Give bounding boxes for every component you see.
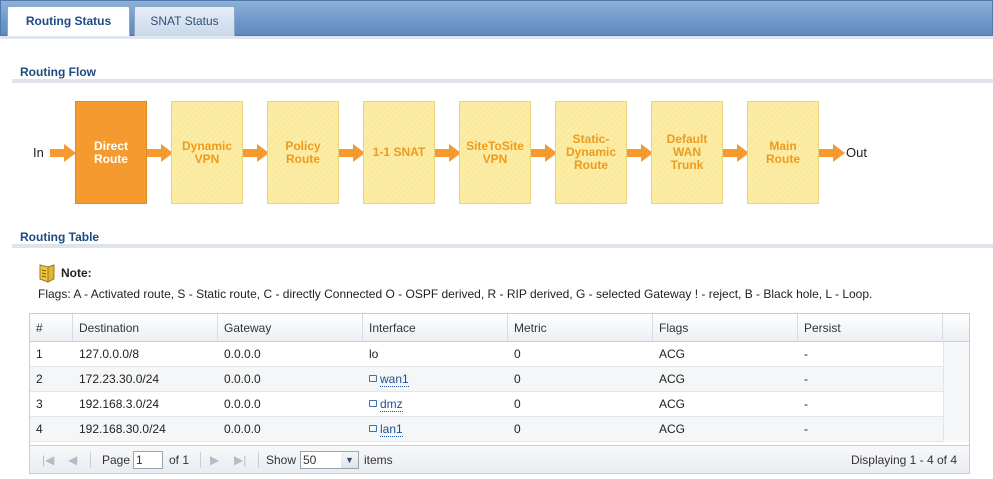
- table-pager: |◀ ◀ Page 1 of 1 ▶ ▶| Show 50 ▼ items Di…: [30, 445, 969, 473]
- page-number-input[interactable]: 1: [133, 451, 163, 469]
- tab-bar: Routing Status SNAT Status: [0, 0, 993, 37]
- cell-persist: -: [804, 397, 808, 411]
- page-label: Page: [102, 453, 131, 467]
- cell-persist: -: [804, 422, 808, 436]
- cell-interface: lo: [369, 347, 379, 361]
- flow-arrow-icon: [50, 144, 76, 162]
- items-label: items: [364, 453, 393, 467]
- cell-number: 3: [36, 397, 43, 411]
- cell-gateway: 0.0.0.0: [224, 422, 261, 436]
- flow-in-label: In: [33, 145, 44, 160]
- column-header-destination[interactable]: Destination: [73, 314, 218, 342]
- cell-interface: dmz: [363, 392, 403, 417]
- interface-icon: [369, 375, 377, 383]
- cell-number: 4: [36, 422, 43, 436]
- flow-step: Direct Route: [75, 101, 147, 204]
- flags-legend: Flags: A - Activated route, S - Static r…: [38, 287, 873, 301]
- tab-snat-status[interactable]: SNAT Status: [134, 6, 235, 37]
- column-header-gateway[interactable]: Gateway: [218, 314, 363, 342]
- column-header-persist[interactable]: Persist: [798, 314, 943, 342]
- flow-step: 1-1 SNAT: [363, 101, 435, 204]
- interface-link[interactable]: lan1: [380, 422, 403, 437]
- flow-step: SiteToSite VPN: [459, 101, 531, 204]
- cell-flags: ACG: [659, 422, 686, 436]
- last-page-icon[interactable]: ▶|: [234, 446, 246, 474]
- interface-link[interactable]: dmz: [380, 397, 403, 412]
- cell-interface: wan1: [363, 367, 409, 392]
- flow-step: Static- Dynamic Route: [555, 101, 627, 204]
- show-label: Show: [266, 453, 297, 467]
- cell-destination: 192.168.3.0/24: [79, 397, 160, 411]
- cell-destination: 172.23.30.0/24: [79, 372, 160, 386]
- flow-arrow-icon: [243, 144, 269, 162]
- cell-persist: -: [804, 347, 808, 361]
- flow-step: Policy Route: [267, 101, 339, 204]
- cell-flags: ACG: [659, 397, 686, 411]
- interface-icon: [369, 425, 377, 433]
- tab-routing-status[interactable]: Routing Status: [7, 6, 130, 37]
- column-header-interface[interactable]: Interface: [363, 314, 508, 342]
- flow-step: Dynamic VPN: [171, 101, 243, 204]
- chevron-down-icon[interactable]: ▼: [341, 451, 359, 469]
- cell-metric: 0: [514, 347, 521, 361]
- flow-arrow-icon: [819, 144, 845, 162]
- tab-underline: [0, 36, 993, 39]
- cell-gateway: 0.0.0.0: [224, 397, 261, 411]
- routing-table-title: Routing Table: [20, 230, 100, 244]
- flow-arrow-icon: [723, 144, 749, 162]
- section-divider: [12, 244, 993, 248]
- table-header: # Destination Gateway Interface Metric F…: [30, 314, 969, 342]
- column-header-flags[interactable]: Flags: [653, 314, 798, 342]
- page-size-select[interactable]: 50: [300, 451, 342, 469]
- cell-flags: ACG: [659, 347, 686, 361]
- cell-destination: 127.0.0.0/8: [79, 347, 140, 361]
- next-page-icon[interactable]: ▶: [210, 446, 219, 474]
- section-divider: [12, 79, 993, 83]
- interface-link[interactable]: wan1: [380, 372, 409, 387]
- cell-metric: 0: [514, 422, 521, 436]
- flow-arrow-icon: [435, 144, 461, 162]
- routing-table: # Destination Gateway Interface Metric F…: [29, 313, 970, 474]
- page-count-label: of 1: [169, 453, 190, 467]
- flow-arrow-icon: [147, 144, 173, 162]
- pager-separator: [200, 452, 201, 468]
- column-header-number[interactable]: #: [30, 314, 73, 342]
- flow-arrow-icon: [339, 144, 365, 162]
- note-icon: [39, 264, 55, 283]
- pager-separator: [90, 452, 91, 468]
- cell-destination: 192.168.30.0/24: [79, 422, 166, 436]
- interface-icon: [369, 400, 377, 408]
- cell-metric: 0: [514, 397, 521, 411]
- cell-number: 1: [36, 347, 43, 361]
- display-count: Displaying 1 - 4 of 4: [850, 453, 957, 467]
- flow-step: Main Route: [747, 101, 819, 204]
- table-scrollbar[interactable]: [943, 342, 969, 442]
- table-row[interactable]: 4 192.168.30.0/24 0.0.0.0 lan1 0 ACG -: [30, 417, 943, 442]
- flow-arrow-icon: [531, 144, 557, 162]
- pager-separator: [258, 452, 259, 468]
- cell-interface: lan1: [363, 417, 403, 442]
- previous-page-icon[interactable]: ◀: [68, 446, 77, 474]
- cell-gateway: 0.0.0.0: [224, 347, 261, 361]
- flow-arrow-icon: [627, 144, 653, 162]
- note-title: Note:: [61, 266, 92, 280]
- table-row[interactable]: 3 192.168.3.0/24 0.0.0.0 dmz 0 ACG -: [30, 392, 943, 417]
- first-page-icon[interactable]: |◀: [42, 446, 54, 474]
- cell-persist: -: [804, 372, 808, 386]
- table-row[interactable]: 1 127.0.0.0/8 0.0.0.0 lo 0 ACG -: [30, 342, 943, 367]
- flow-step: Default WAN Trunk: [651, 101, 723, 204]
- column-header-metric[interactable]: Metric: [508, 314, 653, 342]
- cell-number: 2: [36, 372, 43, 386]
- cell-gateway: 0.0.0.0: [224, 372, 261, 386]
- cell-flags: ACG: [659, 372, 686, 386]
- cell-metric: 0: [514, 372, 521, 386]
- flow-out-label: Out: [846, 145, 867, 160]
- routing-flow-title: Routing Flow: [20, 65, 96, 79]
- table-row[interactable]: 2 172.23.30.0/24 0.0.0.0 wan1 0 ACG -: [30, 367, 943, 392]
